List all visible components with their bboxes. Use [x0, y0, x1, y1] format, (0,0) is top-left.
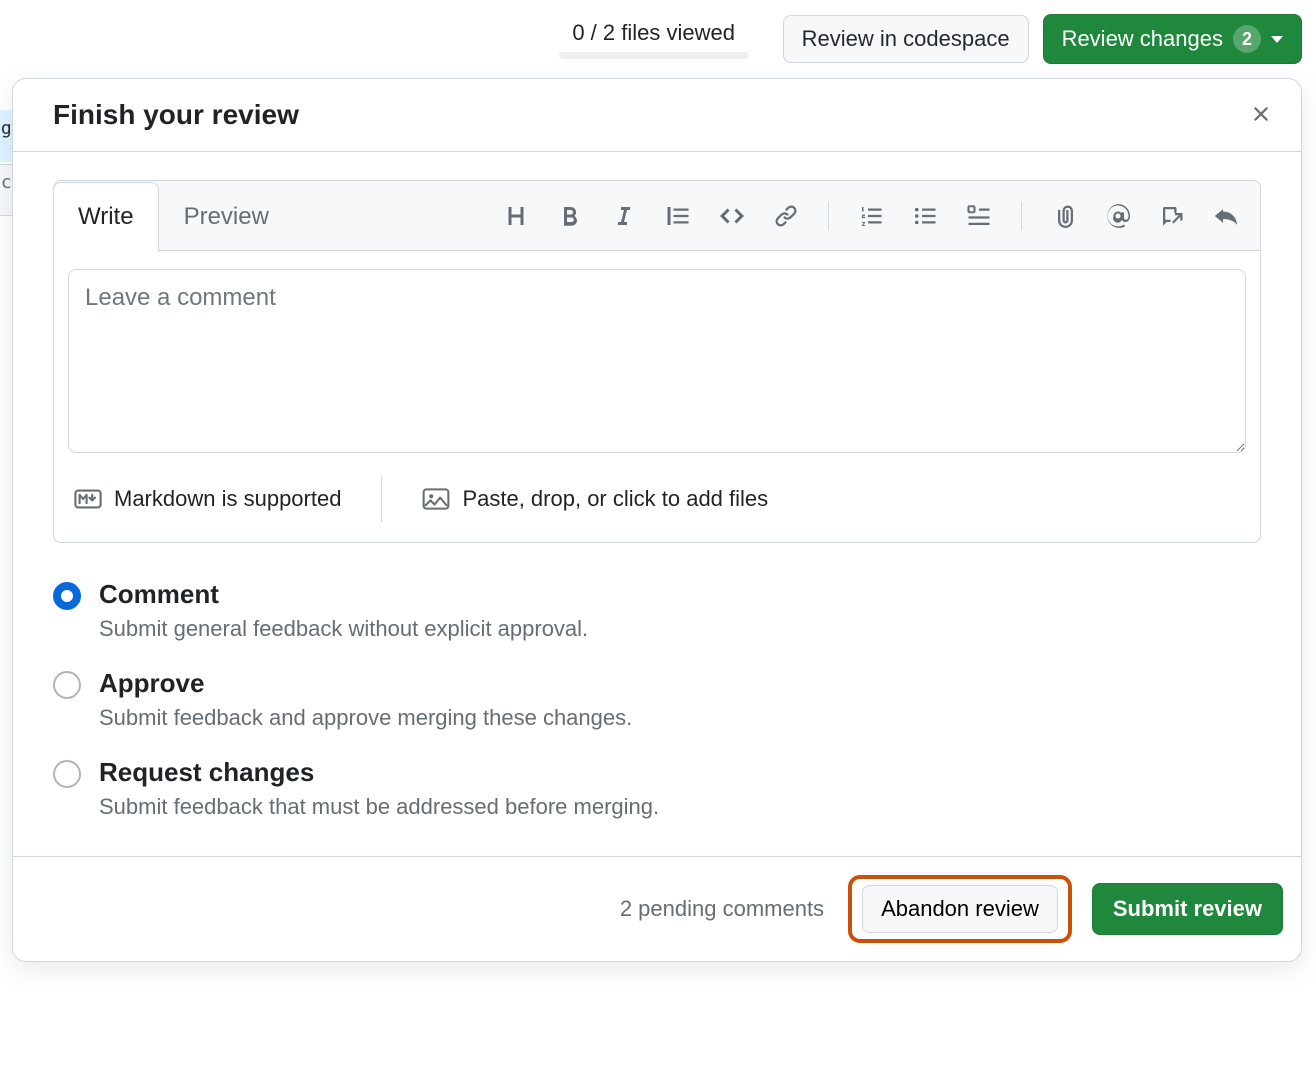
radio-indicator: [53, 671, 81, 699]
task-list-icon[interactable]: [967, 204, 991, 228]
submit-review-label: Submit review: [1113, 896, 1262, 921]
attach-icon[interactable]: [1052, 204, 1076, 228]
radio-request-changes[interactable]: Request changes Submit feedback that mus…: [53, 757, 1261, 820]
markdown-supported-label: Markdown is supported: [114, 486, 341, 512]
italic-icon[interactable]: [612, 204, 636, 228]
dropdown-title: Finish your review: [53, 99, 299, 131]
tab-preview-label: Preview: [184, 203, 269, 231]
radio-indicator: [53, 760, 81, 788]
markdown-supported-link[interactable]: Markdown is supported: [74, 486, 341, 512]
tab-write-label: Write: [78, 203, 134, 231]
tab-preview[interactable]: Preview: [159, 182, 294, 251]
radio-request-changes-label: Request changes: [99, 757, 659, 788]
quote-icon[interactable]: [666, 204, 690, 228]
files-viewed-progress: [559, 52, 749, 59]
comment-editor: Write Preview: [53, 180, 1261, 543]
radio-comment-label: Comment: [99, 579, 588, 610]
attach-files-link[interactable]: Paste, drop, or click to add files: [422, 486, 768, 512]
review-changes-label: Review changes: [1062, 26, 1223, 52]
unordered-list-icon[interactable]: [913, 204, 937, 228]
files-viewed-counter: 0 / 2 files viewed: [559, 20, 749, 59]
radio-indicator: [53, 582, 81, 610]
bold-icon[interactable]: [558, 204, 582, 228]
image-icon: [422, 488, 450, 510]
radio-request-changes-desc: Submit feedback that must be addressed b…: [99, 794, 659, 820]
diff-fragment-1: ng: [0, 118, 12, 139]
attach-files-label: Paste, drop, or click to add files: [462, 486, 768, 512]
toolbar-separator: [1021, 202, 1022, 230]
submit-review-button[interactable]: Submit review: [1092, 883, 1283, 935]
finish-review-dropdown: Finish your review Write Preview: [12, 78, 1302, 962]
cross-reference-icon[interactable]: [1160, 204, 1184, 228]
close-icon: [1249, 102, 1273, 126]
abandon-review-label: Abandon review: [881, 896, 1039, 921]
reply-icon[interactable]: [1214, 204, 1238, 228]
radio-approve-desc: Submit feedback and approve merging thes…: [99, 705, 632, 731]
abandon-review-button[interactable]: Abandon review: [862, 885, 1058, 933]
radio-comment[interactable]: Comment Submit general feedback without …: [53, 579, 1261, 642]
radio-comment-desc: Submit general feedback without explicit…: [99, 616, 588, 642]
link-icon[interactable]: [774, 204, 798, 228]
tab-write[interactable]: Write: [53, 182, 159, 252]
heading-icon[interactable]: [504, 204, 528, 228]
comment-textarea[interactable]: [68, 269, 1246, 453]
files-viewed-text: 0 / 2 files viewed: [572, 20, 735, 46]
review-type-radios: Comment Submit general feedback without …: [53, 579, 1261, 820]
review-in-codespace-button[interactable]: Review in codespace: [783, 15, 1029, 63]
ordered-list-icon[interactable]: [859, 204, 883, 228]
review-changes-button[interactable]: Review changes 2: [1043, 14, 1302, 64]
radio-approve-label: Approve: [99, 668, 632, 699]
caret-down-icon: [1271, 36, 1283, 43]
pending-comments-text: 2 pending comments: [620, 896, 824, 922]
close-button[interactable]: [1249, 102, 1273, 129]
toolbar-separator: [828, 202, 829, 230]
review-in-codespace-label: Review in codespace: [802, 26, 1010, 52]
diff-fragment-2: 'c: [0, 172, 12, 193]
code-icon[interactable]: [720, 204, 744, 228]
abandon-highlight: Abandon review: [848, 875, 1072, 943]
mention-icon[interactable]: [1106, 204, 1130, 228]
radio-approve[interactable]: Approve Submit feedback and approve merg…: [53, 668, 1261, 731]
pending-count-badge: 2: [1233, 25, 1261, 53]
markdown-icon: [74, 488, 102, 510]
footer-separator: [381, 476, 382, 522]
